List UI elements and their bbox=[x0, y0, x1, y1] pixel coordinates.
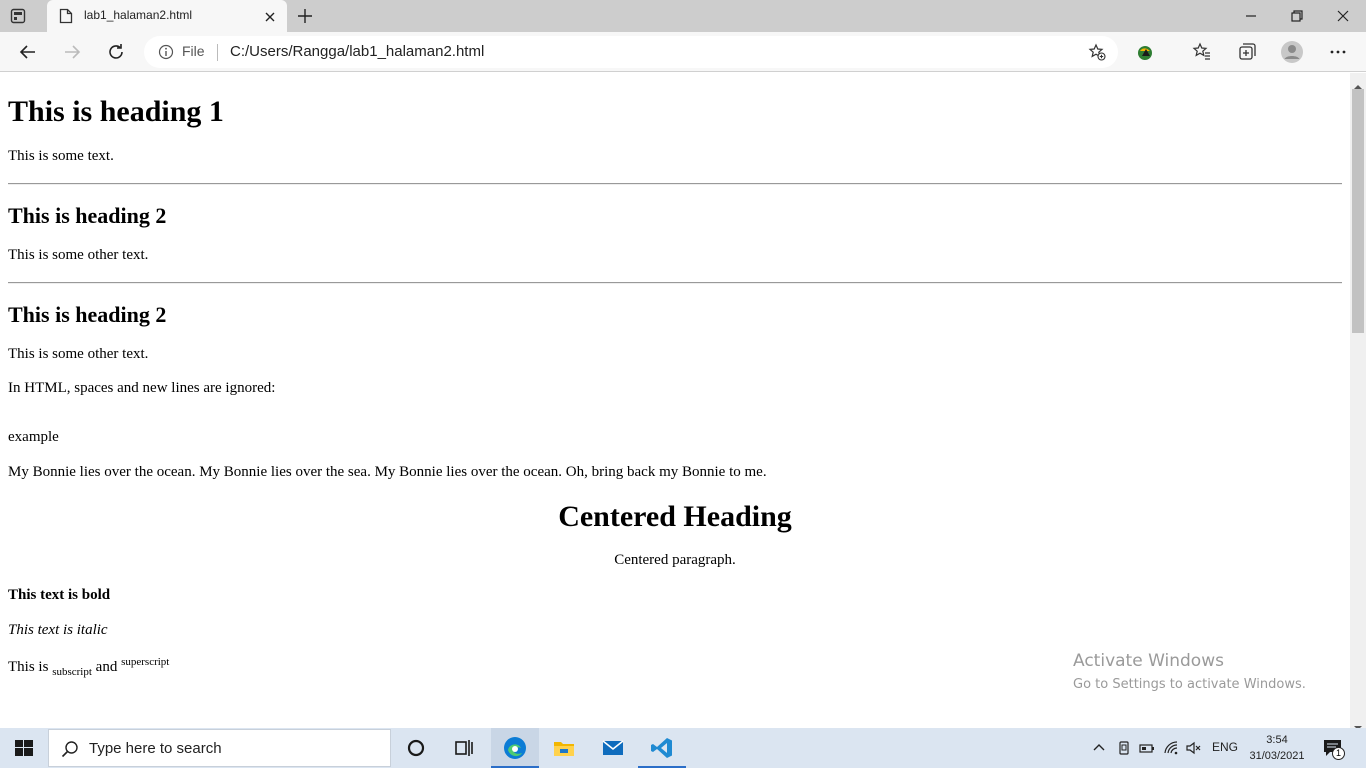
scheme-label: File bbox=[182, 43, 205, 59]
clock-time: 3:54 bbox=[1266, 734, 1288, 746]
page-content: This is heading 1 This is some text. Thi… bbox=[0, 73, 1350, 706]
paragraph-poem: My Bonnie lies over the ocean. My Bonnie… bbox=[8, 463, 767, 480]
sub-prefix-text: This is bbox=[8, 659, 49, 676]
browser-toolbar: File C:/Users/Rangga/lab1_halaman2.html bbox=[0, 32, 1366, 72]
tab-title: lab1_halaman2.html bbox=[84, 8, 193, 22]
extension-icon[interactable] bbox=[1135, 42, 1155, 62]
info-icon[interactable] bbox=[158, 44, 174, 60]
watermark-subtitle: Go to Settings to activate Windows. bbox=[1073, 677, 1306, 692]
wifi-icon[interactable] bbox=[1163, 740, 1179, 756]
bold-text: This text is bold bbox=[8, 586, 111, 603]
notifications-button[interactable]: 1 bbox=[1323, 739, 1345, 760]
and-text: and bbox=[95, 659, 118, 676]
scroll-up-icon[interactable] bbox=[1354, 76, 1362, 89]
tab-actions-icon[interactable] bbox=[10, 8, 26, 24]
address-bar[interactable]: File C:/Users/Rangga/lab1_halaman2.html bbox=[144, 36, 1118, 68]
device-icon[interactable] bbox=[1116, 740, 1132, 756]
mail-icon[interactable] bbox=[589, 728, 637, 768]
new-tab-button[interactable] bbox=[296, 7, 314, 25]
centered-paragraph: Centered paragraph. bbox=[614, 552, 736, 569]
vertical-scrollbar[interactable] bbox=[1350, 73, 1366, 730]
close-window-button[interactable] bbox=[1320, 0, 1366, 32]
paragraph-text: This is some text. bbox=[8, 147, 114, 164]
browser-tab[interactable]: lab1_halaman2.html bbox=[47, 0, 287, 32]
back-button[interactable] bbox=[18, 42, 38, 62]
paragraph-other-text: This is some other text. bbox=[8, 246, 149, 263]
volume-muted-icon[interactable] bbox=[1186, 740, 1202, 756]
cortana-icon[interactable] bbox=[392, 728, 440, 768]
bold-paragraph: This text is bold bbox=[8, 586, 1342, 604]
superscript-text: superscript bbox=[121, 656, 170, 669]
heading-1: This is heading 1 bbox=[8, 95, 224, 128]
paragraph-other-text: This is some other text. bbox=[8, 345, 149, 362]
taskbar: Type here to search ENG 3:54 31/03/2021 … bbox=[0, 728, 1366, 768]
refresh-button[interactable] bbox=[106, 42, 126, 62]
address-divider bbox=[217, 44, 218, 61]
taskbar-search-box[interactable]: Type here to search bbox=[48, 729, 391, 767]
minimize-button[interactable] bbox=[1228, 0, 1274, 32]
collections-icon[interactable] bbox=[1236, 42, 1256, 62]
url-text[interactable]: C:/Users/Rangga/lab1_halaman2.html bbox=[230, 43, 484, 60]
edge-browser-icon[interactable] bbox=[491, 728, 539, 768]
scroll-down-icon[interactable] bbox=[1354, 717, 1362, 730]
italic-paragraph: This text is italic bbox=[8, 621, 1342, 639]
forward-button[interactable] bbox=[62, 42, 82, 62]
more-options-icon[interactable] bbox=[1328, 42, 1348, 62]
watermark-title: Activate Windows bbox=[1073, 651, 1224, 671]
tab-strip: lab1_halaman2.html bbox=[0, 0, 1366, 32]
paragraph-spaces-note: In HTML, spaces and new lines are ignore… bbox=[8, 380, 276, 397]
search-icon bbox=[61, 740, 79, 758]
heading-2: This is heading 2 bbox=[8, 302, 167, 328]
windows-start-icon[interactable] bbox=[15, 740, 33, 756]
heading-2: This is heading 2 bbox=[8, 203, 167, 229]
activation-watermark: Activate Windows Go to Settings to activ… bbox=[1073, 651, 1306, 692]
profile-avatar[interactable] bbox=[1280, 40, 1304, 64]
favorites-icon[interactable] bbox=[1192, 42, 1212, 62]
centered-heading: Centered Heading bbox=[558, 499, 792, 533]
clock[interactable]: 3:54 31/03/2021 bbox=[1246, 732, 1308, 764]
page-viewport: This is heading 1 This is some text. Thi… bbox=[0, 73, 1350, 728]
subscript-text: subscript bbox=[52, 666, 92, 679]
add-favorite-icon[interactable] bbox=[1088, 43, 1106, 61]
page-icon bbox=[59, 8, 73, 24]
vscode-icon[interactable] bbox=[638, 728, 686, 768]
language-indicator[interactable]: ENG bbox=[1212, 740, 1238, 754]
show-hidden-icons-icon[interactable] bbox=[1091, 740, 1107, 756]
task-view-icon[interactable] bbox=[440, 728, 488, 768]
close-tab-icon[interactable] bbox=[263, 9, 277, 23]
paragraph-example: example bbox=[8, 429, 59, 446]
restore-button[interactable] bbox=[1274, 0, 1320, 32]
file-explorer-icon[interactable] bbox=[540, 728, 588, 768]
horizontal-rule bbox=[8, 183, 1342, 186]
horizontal-rule bbox=[8, 282, 1342, 285]
search-placeholder: Type here to search bbox=[89, 740, 222, 757]
notification-badge: 1 bbox=[1332, 747, 1345, 760]
clock-date: 31/03/2021 bbox=[1249, 750, 1305, 762]
scrollbar-thumb[interactable] bbox=[1352, 89, 1364, 333]
italic-text: This text is italic bbox=[8, 621, 108, 638]
battery-icon[interactable] bbox=[1139, 740, 1155, 756]
